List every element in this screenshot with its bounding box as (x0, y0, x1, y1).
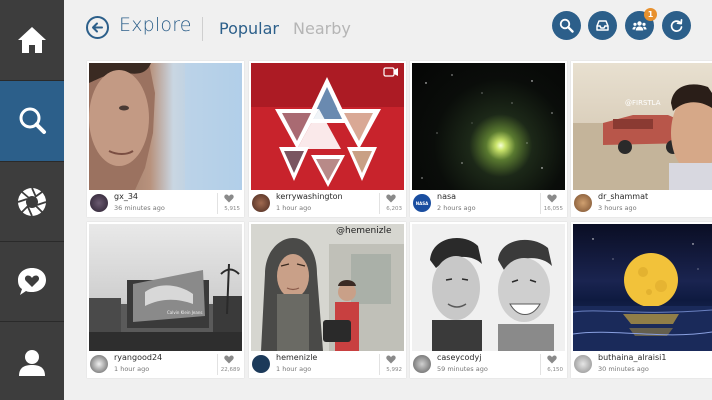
photo-card[interactable]: caseycodyj 59 minutes ago 6,150 (410, 222, 567, 378)
photo-card[interactable]: @FIRSTLA dr_shammat 3 hours ago (571, 61, 712, 217)
sidebar-item-profile[interactable] (0, 322, 64, 400)
tab-popular[interactable]: Popular (219, 19, 279, 38)
avatar[interactable] (90, 194, 108, 212)
card-meta: ryangood24 1 hour ago 22,689 (87, 351, 244, 378)
like-count: 6,150 (547, 367, 563, 373)
heart-icon[interactable] (224, 194, 234, 203)
card-meta: dr_shammat 3 hours ago (571, 190, 712, 217)
card-meta: buthaina_alraisi1 30 minutes ago (571, 351, 712, 378)
divider (217, 193, 218, 214)
timestamp: 1 hour ago (276, 365, 312, 373)
profile-icon (19, 350, 45, 376)
username[interactable]: caseycodyj (437, 353, 481, 362)
card-meta: NASA nasa 2 hours ago 16,055 (410, 190, 567, 217)
sidebar-item-search[interactable] (0, 81, 64, 161)
username[interactable]: nasa (437, 192, 456, 201)
timestamp: 59 minutes ago (437, 365, 488, 373)
header: Explore Popular Nearby 1 (64, 0, 712, 58)
photo (251, 63, 404, 190)
photo-card[interactable]: kerrywashington 1 hour ago 6,203 (249, 61, 406, 217)
avatar[interactable] (574, 355, 592, 373)
photo-card[interactable]: buthaina_alraisi1 30 minutes ago (571, 222, 712, 378)
page-title: Explore (119, 14, 192, 36)
like-count: 6,203 (386, 206, 402, 212)
divider (217, 354, 218, 375)
username[interactable]: gx_34 (114, 192, 138, 201)
card-meta: caseycodyj 59 minutes ago 6,150 (410, 351, 567, 378)
photo: @hemenizle (251, 224, 404, 351)
photo: @FIRSTLA (573, 63, 712, 190)
like-count: 5,915 (224, 206, 240, 212)
username[interactable]: dr_shammat (598, 192, 648, 201)
timestamp: 1 hour ago (276, 204, 312, 212)
username[interactable]: ryangood24 (114, 353, 162, 362)
arrow-left-icon (92, 22, 103, 33)
photo (89, 63, 242, 190)
divider (540, 193, 541, 214)
back-button[interactable] (86, 16, 109, 39)
photo: Calvin Klein Jeans (89, 224, 242, 351)
camera-aperture-icon (17, 187, 47, 217)
search-button[interactable] (552, 11, 581, 40)
search-icon (19, 107, 46, 134)
people-group-icon (632, 21, 647, 31)
timestamp: 3 hours ago (598, 204, 637, 212)
sidebar-item-activity[interactable] (0, 242, 64, 322)
username[interactable]: hemenizle (276, 353, 317, 362)
photo-watermark: @hemenizle (336, 226, 392, 236)
divider (540, 354, 541, 375)
title-divider (202, 17, 203, 41)
photo-card[interactable]: NASA nasa 2 hours ago 16,055 (410, 61, 567, 217)
avatar[interactable] (90, 355, 108, 373)
timestamp: 2 hours ago (437, 204, 476, 212)
sidebar (0, 0, 64, 400)
home-icon (18, 27, 46, 53)
heart-icon[interactable] (386, 355, 396, 364)
divider (379, 354, 380, 375)
search-icon (559, 18, 574, 33)
photo-caption: @FIRSTLA (625, 99, 661, 107)
refresh-button[interactable] (662, 11, 691, 40)
heart-chat-icon (18, 268, 46, 295)
photo-card[interactable]: Calvin Klein Jeans ryangood24 1 hour ago… (87, 222, 244, 378)
photo (412, 63, 565, 190)
card-meta: kerrywashington 1 hour ago 6,203 (249, 190, 406, 217)
avatar[interactable] (574, 194, 592, 212)
avatar[interactable] (252, 194, 270, 212)
like-count: 22,689 (220, 367, 240, 373)
card-meta: hemenizle 1 hour ago 5,992 (249, 351, 406, 378)
sidebar-item-home[interactable] (0, 0, 64, 80)
billboard-text: Calvin Klein Jeans (167, 310, 203, 315)
avatar[interactable] (413, 355, 431, 373)
like-count: 5,992 (386, 367, 402, 373)
photo-card[interactable]: gx_34 36 minutes ago 5,915 (87, 61, 244, 217)
inbox-button[interactable] (588, 11, 617, 40)
notification-badge: 1 (644, 8, 657, 21)
avatar[interactable]: NASA (413, 194, 431, 212)
photo (573, 224, 712, 351)
heart-icon[interactable] (547, 355, 557, 364)
username[interactable]: kerrywashington (276, 192, 343, 201)
heart-icon[interactable] (224, 355, 234, 364)
username[interactable]: buthaina_alraisi1 (598, 353, 666, 362)
card-meta: gx_34 36 minutes ago 5,915 (87, 190, 244, 217)
divider (379, 193, 380, 214)
avatar[interactable] (252, 355, 270, 373)
sidebar-item-camera[interactable] (0, 162, 64, 242)
timestamp: 1 hour ago (114, 365, 150, 373)
nasa-logo: NASA (415, 200, 429, 206)
timestamp: 36 minutes ago (114, 204, 165, 212)
refresh-icon (670, 18, 683, 32)
heart-icon[interactable] (386, 194, 396, 203)
timestamp: 30 minutes ago (598, 365, 649, 373)
tab-nearby[interactable]: Nearby (293, 19, 351, 38)
heart-icon[interactable] (547, 194, 557, 203)
photo-card[interactable]: @hemenizle hemenizle 1 hour ago 5,992 (249, 222, 406, 378)
inbox-tray-icon (596, 20, 609, 31)
photo (412, 224, 565, 351)
like-count: 16,055 (543, 206, 563, 212)
